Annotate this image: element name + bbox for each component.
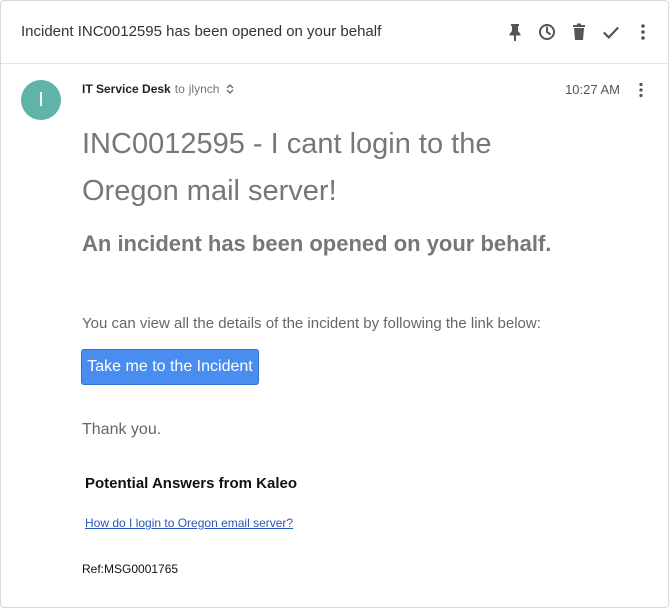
more-vertical-icon[interactable] (634, 21, 652, 43)
sender-line: IT Service Desk to jlynch (82, 82, 234, 96)
sender-name[interactable]: IT Service Desk (82, 82, 171, 96)
trash-icon[interactable] (570, 21, 588, 43)
kaleo-answer-link[interactable]: How do I login to Oregon email server? (85, 516, 293, 530)
thanks-text: Thank you. (82, 421, 162, 438)
recipient-name: jlynch (188, 82, 220, 96)
message-more-icon[interactable] (636, 81, 646, 99)
incident-title: INC0012595 - I cant login to the Oregon … (82, 128, 492, 207)
email-view: Incident INC0012595 has been opened on y… (0, 0, 669, 608)
email-toolbar (506, 21, 652, 43)
to-label: to (174, 82, 185, 96)
avatar: I (21, 80, 61, 120)
take-me-to-incident-button[interactable]: Take me to the Incident (81, 349, 259, 385)
pin-icon[interactable] (506, 21, 524, 43)
kaleo-heading: Potential Answers from Kaleo (85, 475, 297, 492)
reference-number: Ref:MSG0001765 (82, 562, 179, 576)
incident-subtitle: An incident has been opened on your beha… (82, 231, 552, 256)
avatar-initial: I (38, 88, 44, 111)
subject-bar: Incident INC0012595 has been opened on y… (1, 1, 668, 64)
done-icon[interactable] (602, 21, 620, 43)
snooze-icon[interactable] (538, 21, 556, 43)
details-toggle-icon[interactable] (226, 84, 234, 94)
email-subject: Incident INC0012595 has been opened on y… (21, 23, 382, 40)
incident-description: You can view all the details of the inci… (82, 315, 541, 332)
message-time: 10:27 AM (565, 82, 620, 97)
